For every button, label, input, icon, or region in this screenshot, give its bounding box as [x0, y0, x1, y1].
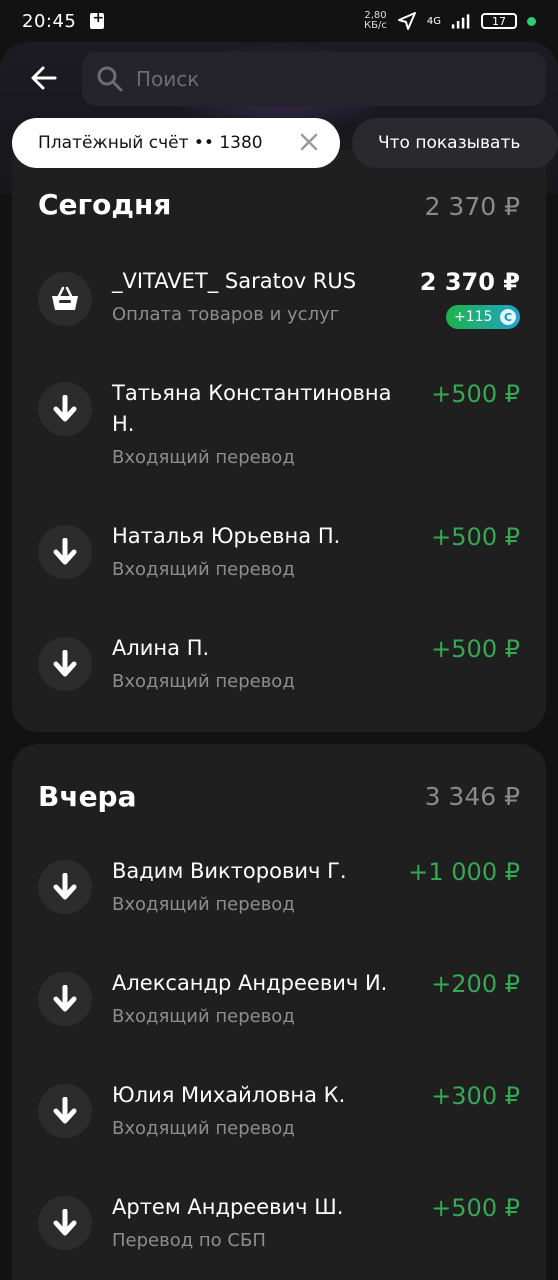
account-filter-chip[interactable]: Платёжный счёт •• 1380 [12, 118, 340, 168]
transaction-amount: +500 ₽ [431, 380, 520, 408]
transaction-subtitle: Входящий перевод [112, 447, 295, 468]
search-placeholder: Поиск [136, 67, 200, 91]
network-type: 4G [426, 15, 441, 27]
transaction-amount: +300 ₽ [431, 1082, 520, 1110]
transaction-name: Вадим Викторович Г. [112, 859, 347, 883]
transaction-subtitle: Входящий перевод [112, 559, 295, 580]
transaction-name: Юлия Михайловна К. [112, 1083, 346, 1107]
section-today: Сегодня 2 370 ₽ _VITAVET_ Saratov RUS Оп… [12, 150, 546, 732]
transaction-name: Александр Андреевич И. [112, 971, 388, 995]
transaction-amount: +500 ₽ [431, 635, 520, 663]
section-total: 3 346 ₽ [424, 782, 520, 811]
battery-icon: 17 [481, 13, 517, 29]
transaction-amount: +1 000 ₽ [408, 858, 520, 886]
what-to-show-label: Что показывать [378, 133, 521, 153]
status-time: 20:45 [22, 10, 77, 32]
arrow-down-icon [38, 382, 92, 436]
transaction-name: Алина П. [112, 636, 210, 660]
search-input[interactable]: Поиск [82, 52, 546, 106]
transaction-name: Наталья Юрьевна П. [112, 524, 341, 548]
transaction-subtitle: Входящий перевод [112, 894, 295, 915]
battery-saver-icon [90, 10, 105, 29]
transaction-subtitle: Входящий перевод [112, 1118, 295, 1139]
arrow-down-icon [38, 972, 92, 1026]
arrow-down-icon [38, 1196, 92, 1250]
arrow-down-icon [38, 1084, 92, 1138]
cashback-badge: +115 С [446, 305, 520, 329]
location-icon [397, 12, 416, 30]
section-yesterday: Вчера 3 346 ₽ Вадим Викторович Г. Входящ… [12, 744, 546, 1280]
transaction-amount: +500 ₽ [431, 523, 520, 551]
transaction-amount: 2 370 ₽ [419, 268, 520, 296]
back-button[interactable] [24, 58, 64, 98]
privacy-dot-icon [527, 16, 536, 26]
status-bar: 20:45 2,80 КБ/с 4G 17 [0, 0, 558, 42]
cashback-coin-icon: С [500, 309, 516, 325]
what-to-show-button[interactable]: Что показывать [352, 118, 558, 168]
cashback-value: +115 [454, 309, 493, 325]
close-icon[interactable] [298, 131, 320, 153]
transaction-subtitle: Оплата товаров и услуг [112, 304, 340, 325]
section-total: 2 370 ₽ [424, 192, 520, 221]
transaction-subtitle: Входящий перевод [112, 1006, 295, 1027]
section-title: Сегодня [38, 188, 172, 221]
transaction-name: _VITAVET_ Saratov RUS [112, 269, 357, 293]
transaction-amount: +200 ₽ [431, 970, 520, 998]
arrow-down-icon [38, 637, 92, 691]
section-title: Вчера [38, 780, 137, 813]
transaction-subtitle: Перевод по СБП [112, 1230, 266, 1251]
network-speed: 2,80 КБ/с [364, 11, 387, 31]
account-filter-label: Платёжный счёт •• 1380 [38, 133, 263, 153]
status-indicators: 2,80 КБ/с 4G 17 [364, 11, 536, 31]
transaction-subtitle: Входящий перевод [112, 671, 295, 692]
transaction-name: Артем Андреевич Ш. [112, 1195, 344, 1219]
network-speed-unit: КБ/с [364, 20, 387, 31]
arrow-left-icon [31, 66, 57, 90]
arrow-down-icon [38, 860, 92, 914]
transaction-name: Татьяна Константиновна Н. [112, 381, 392, 436]
transaction-amount: +500 ₽ [431, 1194, 520, 1222]
shopping-basket-icon [38, 272, 92, 326]
battery-level: 17 [492, 14, 506, 28]
arrow-down-icon [38, 525, 92, 579]
signal-icon [451, 14, 470, 29]
search-icon [97, 66, 123, 92]
